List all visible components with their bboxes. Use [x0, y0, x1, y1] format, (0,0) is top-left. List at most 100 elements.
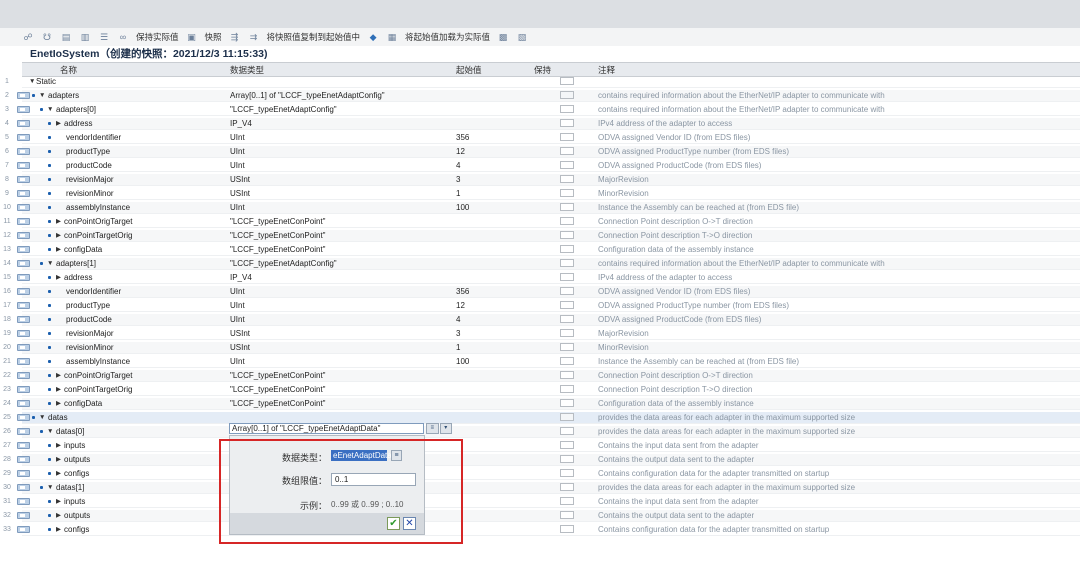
cell-name[interactable]: assemblyInstance — [66, 356, 182, 367]
table-row[interactable]: 33▶configsArray[0..399] of USIntContains… — [3, 524, 1080, 536]
cell-name[interactable]: Static — [36, 76, 182, 87]
cell-name[interactable]: productCode — [66, 314, 182, 325]
monitor-icon[interactable]: ∞ — [117, 32, 129, 43]
cell-comment[interactable]: Contains configuration data for the adap… — [598, 524, 1078, 535]
cell-datatype[interactable]: UInt — [230, 202, 450, 213]
expand-arrow-icon[interactable]: ▶ — [56, 468, 61, 479]
cell-datatype[interactable]: "LCCF_typeEnetConPoint" — [230, 370, 450, 381]
cell-start-value[interactable]: 356 — [456, 286, 526, 297]
expand-arrow-icon[interactable]: ▶ — [56, 370, 61, 381]
expand-arrow-icon[interactable]: ▶ — [56, 216, 61, 227]
cell-name[interactable]: address — [64, 272, 182, 283]
table-row[interactable]: 32 ▶ outputs Contains the output data sent … — [3, 510, 1080, 522]
expand-arrow-icon[interactable]: ▶ — [56, 230, 61, 241]
retain-checkbox[interactable] — [560, 175, 574, 183]
cell-datatype[interactable]: UInt — [230, 314, 450, 325]
cell-datatype[interactable]: USInt — [230, 174, 450, 185]
retain-checkbox[interactable] — [560, 315, 574, 323]
collapse-arrow-icon[interactable]: ▼ — [47, 258, 53, 269]
collapse-arrow-icon[interactable]: ▼ — [29, 76, 35, 87]
cell-comment[interactable]: contains required information about the … — [598, 104, 1078, 115]
cell-start-value[interactable]: 100 — [456, 356, 526, 367]
table-row[interactable]: 16 vendorIdentifier UInt 356 ODVA assigned V… — [3, 286, 1080, 298]
table-row[interactable]: 20 revisionMinor USInt 1 MinorRevision — [3, 342, 1080, 354]
retain-checkbox[interactable] — [560, 525, 574, 533]
cell-datatype[interactable]: UInt — [230, 132, 450, 143]
collapse-arrow-icon[interactable]: ▼ — [47, 104, 53, 115]
cell-name[interactable]: datas — [48, 412, 182, 423]
retain-checkbox[interactable] — [560, 91, 574, 99]
cell-comment[interactable]: MajorRevision — [598, 174, 1078, 185]
cell-name[interactable]: configData — [64, 244, 182, 255]
cell-name[interactable]: configData — [64, 398, 182, 409]
cell-comment[interactable]: Contains configuration data for the adap… — [598, 468, 1078, 479]
cell-start-value[interactable]: 12 — [456, 300, 526, 311]
cell-comment[interactable]: ODVA assigned ProductType number (from E… — [598, 146, 1078, 157]
table-row[interactable]: 8 revisionMajor USInt 3 MajorRevision — [5, 174, 1080, 186]
cell-datatype[interactable]: "LCCF_typeEnetAdaptConfig" — [230, 104, 450, 115]
cell-datatype[interactable]: UInt — [230, 160, 450, 171]
cell-comment[interactable]: MajorRevision — [598, 328, 1078, 339]
cell-name[interactable]: outputs — [64, 454, 182, 465]
retain-checkbox[interactable] — [560, 147, 574, 155]
load-start-values-icon[interactable]: ▦ — [386, 32, 398, 43]
cell-name[interactable]: inputs — [64, 496, 182, 507]
retain-checkbox[interactable] — [560, 483, 574, 491]
col-name[interactable]: 名称 — [60, 64, 77, 76]
cell-comment[interactable]: ODVA assigned ProductCode (from EDS file… — [598, 314, 1078, 325]
cell-comment[interactable]: contains required information about the … — [598, 90, 1078, 101]
cell-name[interactable]: productType — [66, 146, 182, 157]
table-row[interactable]: 7 productCode UInt 4 ODVA assigned ProductCo… — [5, 160, 1080, 172]
cell-name[interactable]: outputs — [64, 510, 182, 521]
cell-comment[interactable]: ODVA assigned ProductType number (from E… — [598, 300, 1078, 311]
retain-checkbox[interactable] — [560, 441, 574, 449]
cell-comment[interactable]: ODVA assigned Vendor ID (from EDS files) — [598, 286, 1078, 297]
cell-comment[interactable]: Connection Point description O->T direct… — [598, 216, 1078, 227]
add-row-icon[interactable]: ▥ — [79, 32, 91, 43]
insert-row-icon[interactable]: ▤ — [60, 32, 72, 43]
expand-arrow-icon[interactable]: ▶ — [56, 510, 61, 521]
cell-datatype[interactable]: UInt — [230, 286, 450, 297]
collapse-arrow-icon[interactable]: ▼ — [47, 482, 53, 493]
cell-comment[interactable]: IPv4 address of the adapter to access — [598, 272, 1078, 283]
collapse-arrow-icon[interactable]: ▼ — [39, 90, 45, 101]
table-row[interactable]: 6 productType UInt 12 ODVA assigned ProductT… — [5, 146, 1080, 158]
retain-checkbox[interactable] — [560, 119, 574, 127]
datatype-input[interactable]: Array[0..1] of "LCCF_typeEnetAdaptData" — [229, 423, 424, 434]
cell-comment[interactable]: Instance the Assembly can be reached at … — [598, 356, 1078, 367]
cell-start-value[interactable]: 1 — [456, 188, 526, 199]
snapshot-button[interactable]: 快照 — [205, 31, 222, 43]
retain-checkbox[interactable] — [560, 133, 574, 141]
copy-snapshot-button[interactable]: 将快照值复制到起始值中 — [267, 31, 361, 43]
col-comment[interactable]: 注释 — [598, 64, 615, 76]
retain-checkbox[interactable] — [560, 469, 574, 477]
collapse-arrow-icon[interactable]: ▼ — [47, 426, 53, 437]
cell-comment[interactable]: ODVA assigned ProductCode (from EDS file… — [598, 160, 1078, 171]
cell-name[interactable]: productType — [66, 300, 182, 311]
cell-start-value[interactable]: 356 — [456, 132, 526, 143]
cell-comment[interactable]: Connection Point description T->O direct… — [598, 384, 1078, 395]
cell-start-value[interactable]: 3 — [456, 328, 526, 339]
cell-datatype[interactable]: USInt — [230, 342, 450, 353]
online-icon[interactable]: ▩ — [497, 32, 509, 43]
retain-checkbox[interactable] — [560, 217, 574, 225]
snapshot-restore-icon[interactable]: ☋ — [41, 32, 53, 43]
table-row[interactable]: 21 assemblyInstance UInt 100 Instance the As… — [3, 356, 1080, 368]
table-row[interactable]: 12 ▶ conPointTargetOrig "LCCF_typeEnetConPo… — [3, 230, 1080, 242]
table-row[interactable]: 3 ▼ adapters[0] "LCCF_typeEnetAdaptConfig" c… — [5, 104, 1080, 116]
table-row[interactable]: 9 revisionMinor USInt 1 MinorRevision — [5, 188, 1080, 200]
expand-all-icon[interactable]: ☰ — [98, 32, 110, 43]
cell-datatype[interactable]: "LCCF_typeEnetConPoint" — [230, 384, 450, 395]
load-start-button[interactable]: 将起始值加载为实际值 — [405, 31, 490, 43]
cell-comment[interactable]: ODVA assigned Vendor ID (from EDS files) — [598, 132, 1078, 143]
table-row[interactable]: 11 ▶ conPointOrigTarget "LCCF_typeEnetConPo… — [3, 216, 1080, 228]
cell-datatype[interactable]: UInt — [230, 356, 450, 367]
cell-start-value[interactable]: 4 — [456, 314, 526, 325]
cell-datatype[interactable]: USInt — [230, 188, 450, 199]
snapshot-compare-icon[interactable]: ☍ — [22, 32, 34, 43]
cell-comment[interactable]: Contains the input data sent from the ad… — [598, 496, 1078, 507]
cell-name[interactable]: datas[0] — [56, 426, 182, 437]
retain-checkbox[interactable] — [560, 385, 574, 393]
collapse-arrow-icon[interactable]: ▼ — [39, 412, 45, 423]
expand-arrow-icon[interactable]: ▶ — [56, 524, 61, 535]
